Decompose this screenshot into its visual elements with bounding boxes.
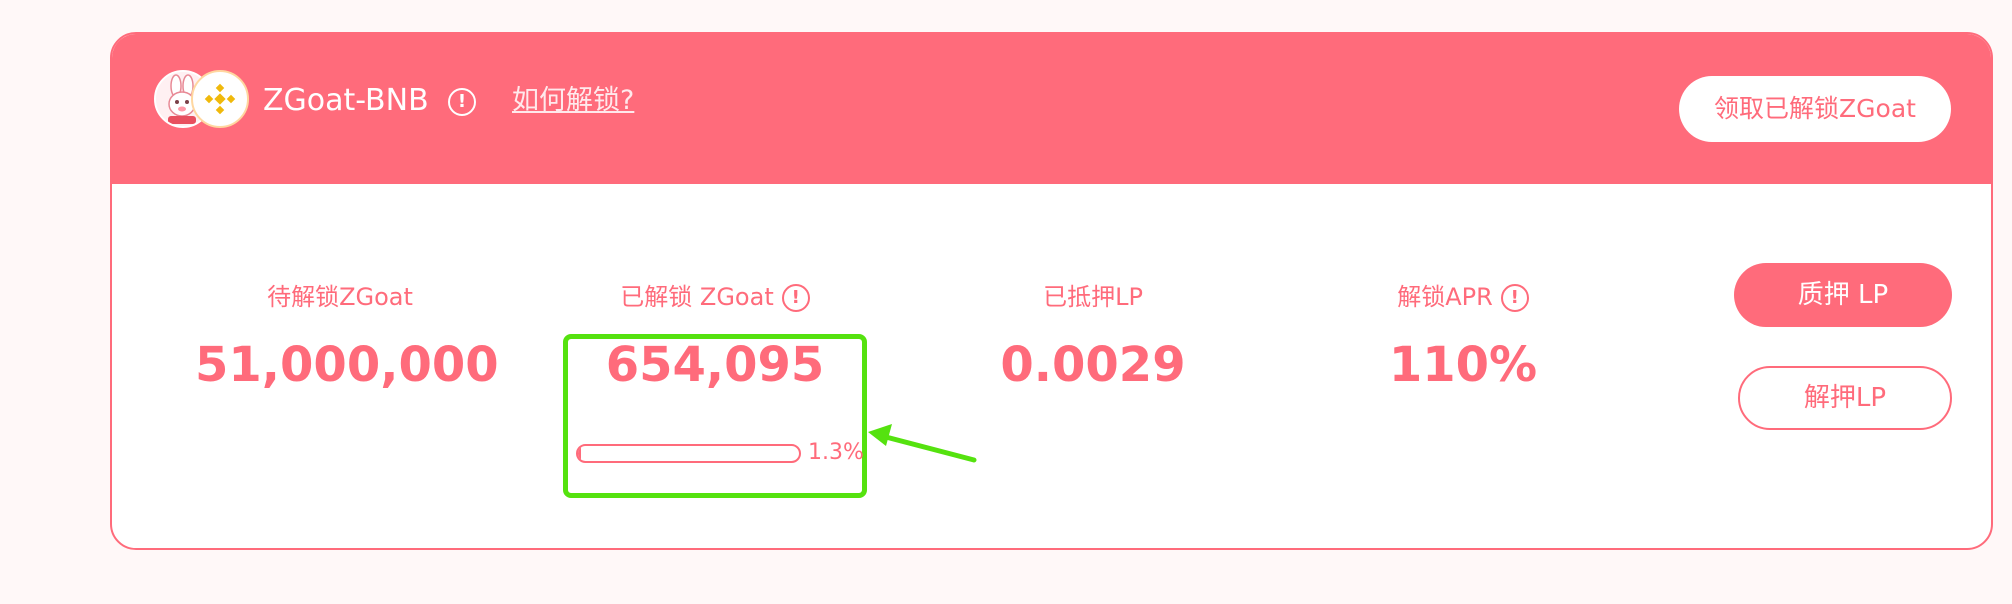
apr-info-icon[interactable]: ! (1500, 284, 1529, 312)
stat-label: 待解锁ZGoat (267, 283, 413, 311)
stat-value: 0.0029 (1000, 337, 1186, 393)
highlight-box (563, 334, 867, 498)
unlocked-info-icon[interactable]: ! (781, 284, 810, 312)
unlock-progress-bar (576, 444, 801, 463)
unlock-progress-fill (578, 446, 581, 461)
stat-value: 110% (1388, 337, 1538, 393)
card-header: ZGoat-BNB ! 如何解锁? 领取已解锁ZGoat (112, 34, 1991, 184)
unstake-lp-button[interactable]: 解押LP (1738, 366, 1952, 430)
stat-label: 已解锁 ZGoat (620, 283, 774, 311)
unlock-progress-text: 1.3% (808, 440, 864, 465)
bnb-logo-icon (191, 70, 249, 128)
stat-value: 51,000,000 (195, 337, 499, 393)
how-to-unlock-link[interactable]: 如何解锁? (512, 78, 634, 124)
annotation-arrow-icon (868, 424, 977, 463)
stat-label: 已抵押LP (1043, 283, 1143, 311)
stat-apr: 解锁APR! 110% (1318, 279, 1608, 397)
pair-info-icon[interactable]: ! (448, 88, 476, 116)
stat-locked: 待解锁ZGoat 51,000,000 (195, 279, 499, 397)
claim-unlocked-button[interactable]: 领取已解锁ZGoat (1679, 76, 1951, 142)
stat-label: 解锁APR (1397, 283, 1493, 311)
stat-label-row: 已解锁 ZGoat! (570, 279, 860, 315)
stat-staked-lp: 已抵押LP 0.0029 (948, 279, 1238, 397)
pair-title: ZGoat-BNB (263, 83, 429, 118)
stake-lp-button[interactable]: 质押 LP (1734, 263, 1952, 327)
stat-label-row: 解锁APR! (1318, 279, 1608, 315)
token-pair-logos (154, 70, 254, 132)
